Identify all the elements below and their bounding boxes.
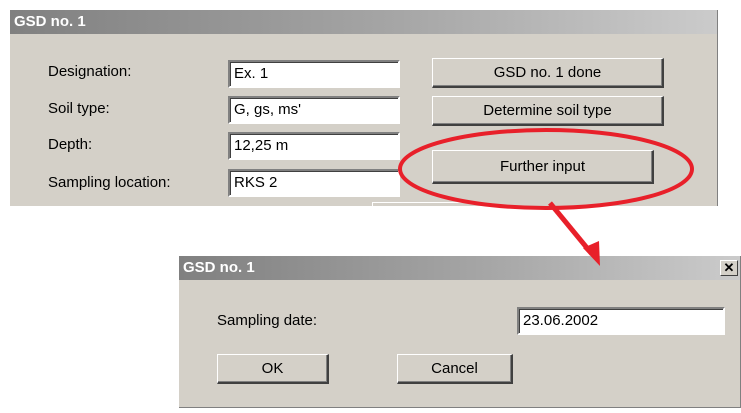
soil-type-label: Soil type:: [48, 100, 110, 117]
designation-field[interactable]: Ex. 1: [228, 60, 400, 88]
depth-field[interactable]: 12,25 m: [228, 132, 400, 160]
depth-label: Depth:: [48, 136, 93, 153]
sub-dialog-title: GSD no. 1: [179, 256, 740, 280]
cut-off-button-edge: [372, 202, 467, 206]
ok-button[interactable]: OK: [217, 354, 329, 384]
sampling-date-field[interactable]: 23.06.2002: [517, 307, 725, 335]
sampling-location-label: Sampling location:: [48, 174, 171, 191]
cancel-button[interactable]: Cancel: [397, 354, 513, 384]
close-icon[interactable]: ✕: [720, 260, 738, 276]
sampling-date-label: Sampling date:: [217, 312, 318, 329]
main-dialog-title: GSD no. 1: [10, 10, 717, 34]
sampling-date-dialog: GSD no. 1 ✕ Sampling date: 23.06.2002 OK…: [179, 256, 741, 408]
designation-label: Designation:: [48, 63, 132, 80]
sampling-location-field[interactable]: RKS 2: [228, 169, 400, 197]
soil-type-field[interactable]: G, gs, ms': [228, 96, 400, 124]
determine-soil-type-button[interactable]: Determine soil type: [432, 96, 664, 126]
further-input-button[interactable]: Further input: [432, 150, 654, 184]
main-dialog: GSD no. 1 Designation: Ex. 1 Soil type: …: [10, 10, 718, 206]
gsd-done-button[interactable]: GSD no. 1 done: [432, 58, 664, 88]
pointer-arrow-line: [548, 201, 594, 256]
